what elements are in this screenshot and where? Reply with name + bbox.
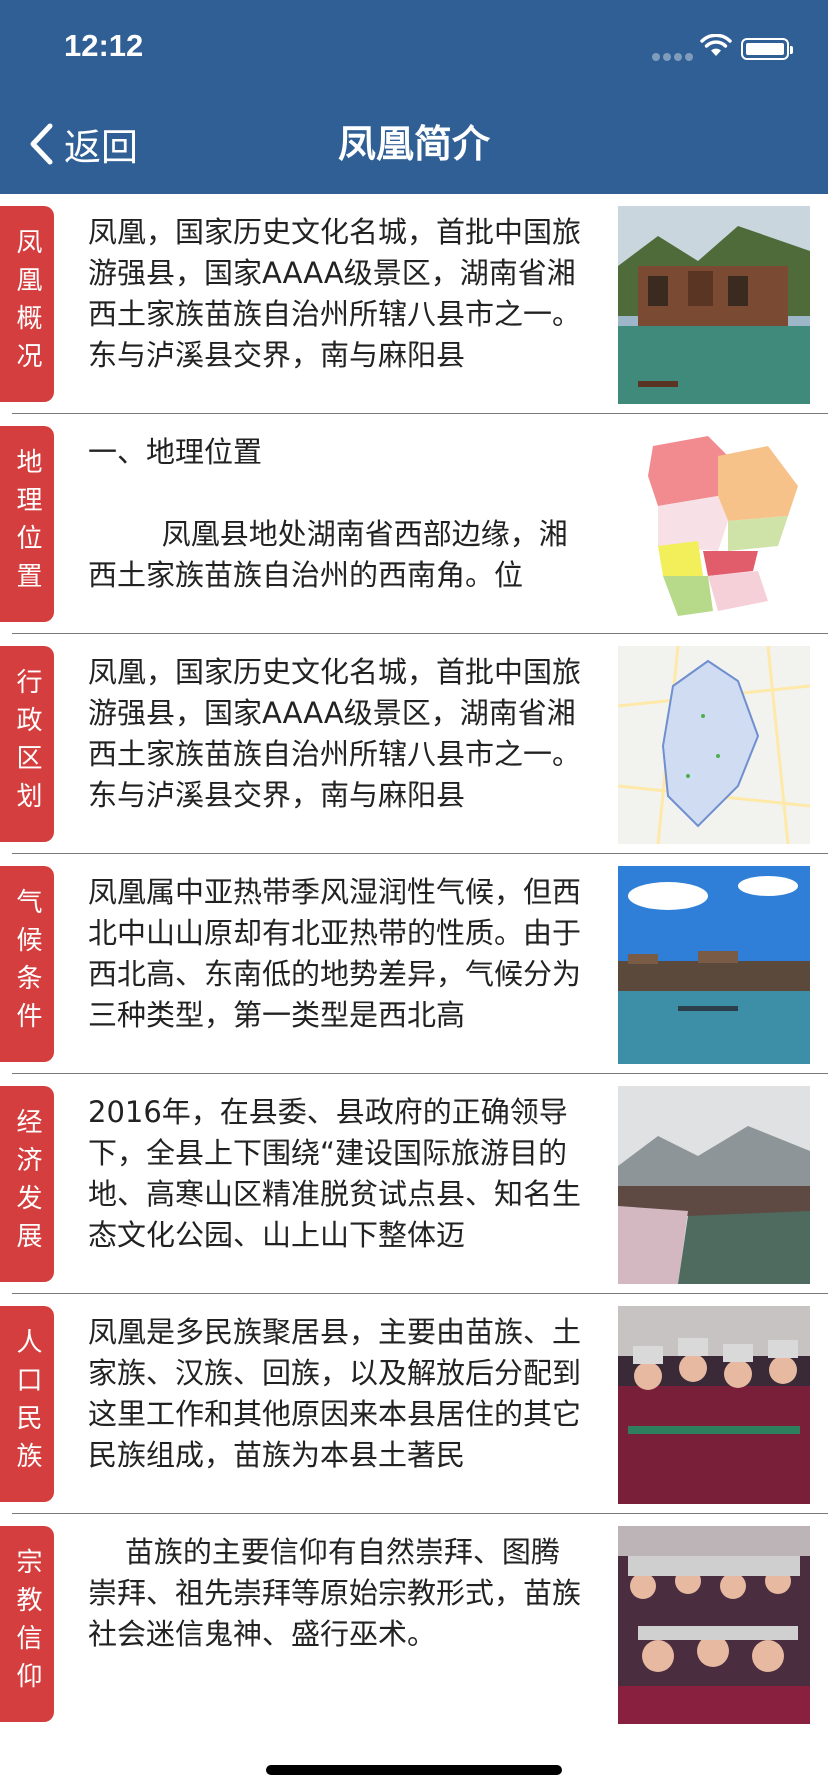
item-description: 一、地理位置 凤凰县地处湖南省西部边缘，湘西土家族苗族自治州的西南角。位: [88, 435, 568, 592]
category-tag-label: 凤凰概况: [12, 228, 42, 380]
item-description: 苗族的主要信仰有自然崇拜、图腾崇拜、祖先崇拜等原始宗教形式，苗族社会迷信鬼神、盛…: [88, 1535, 582, 1651]
list-item-economy[interactable]: 经济发展 2016年，在县委、县政府的正确领导下，全县上下围绕“建设国际旅游目的…: [0, 1074, 828, 1294]
category-tag-label: 人口民族: [12, 1328, 42, 1480]
item-description: 凤凰属中亚热带季风湿润性气候，但西北中山山原却有北亚热带的性质。由于西北高、东南…: [88, 875, 582, 1032]
category-tag: 凤凰概况: [0, 206, 54, 402]
list-item-religion[interactable]: 宗教信仰 苗族的主要信仰有自然崇拜、图腾崇拜、祖先崇拜等原始宗教形式，苗族社会迷…: [0, 1514, 828, 1734]
home-indicator[interactable]: [266, 1765, 562, 1775]
list-item-administrative[interactable]: 行政区划 凤凰，国家历史文化名城，首批中国旅游强县，国家AAAA级景区，湖南省湘…: [0, 634, 828, 854]
category-tag-label: 气候条件: [12, 888, 42, 1040]
category-tag: 地理位置: [0, 426, 54, 622]
category-tag-label: 宗教信仰: [12, 1548, 42, 1700]
navigation-bar: 返回 凤凰简介: [0, 96, 828, 194]
thumbnail-image: [618, 206, 810, 404]
item-description: 凤凰是多民族聚居县，主要由苗族、土家族、汉族、回族，以及解放后分配到这里工作和其…: [88, 1315, 582, 1472]
category-tag: 气候条件: [0, 866, 54, 1062]
thumbnail-image: [618, 426, 810, 624]
status-bar: 12:12: [0, 0, 828, 96]
list-item-geography[interactable]: 地理位置 一、地理位置 凤凰县地处湖南省西部边缘，湘西土家族苗族自治州的西南角。…: [0, 414, 828, 634]
category-tag: 经济发展: [0, 1086, 54, 1282]
list-item-overview[interactable]: 凤凰概况 凤凰，国家历史文化名城，首批中国旅游强县，国家AAAA级景区，湖南省湘…: [0, 194, 828, 414]
item-description: 2016年，在县委、县政府的正确领导下，全县上下围绕“建设国际旅游目的地、高寒山…: [88, 1095, 582, 1252]
list-item-climate[interactable]: 气候条件 凤凰属中亚热带季风湿润性气候，但西北中山山原却有北亚热带的性质。由于西…: [0, 854, 828, 1074]
category-tag: 行政区划: [0, 646, 54, 842]
category-tag-label: 行政区划: [12, 668, 42, 820]
list-item-population[interactable]: 人口民族 凤凰是多民族聚居县，主要由苗族、土家族、汉族、回族，以及解放后分配到这…: [0, 1294, 828, 1514]
thumbnail-image: [618, 1086, 810, 1284]
cellular-signal-icon: [652, 53, 704, 61]
thumbnail-image: [618, 866, 810, 1064]
category-tag: 宗教信仰: [0, 1526, 54, 1722]
battery-icon: [741, 38, 793, 60]
category-tag-label: 经济发展: [12, 1108, 42, 1260]
category-tag: 人口民族: [0, 1306, 54, 1502]
thumbnail-image: [618, 1306, 810, 1504]
item-description: 凤凰，国家历史文化名城，首批中国旅游强县，国家AAAA级景区，湖南省湘西土家族苗…: [88, 655, 582, 812]
item-description: 凤凰，国家历史文化名城，首批中国旅游强县，国家AAAA级景区，湖南省湘西土家族苗…: [88, 215, 582, 372]
thumbnail-image: [618, 1526, 810, 1724]
category-tag-label: 地理位置: [12, 448, 42, 600]
page-title: 凤凰简介: [337, 122, 490, 166]
wifi-icon: [700, 34, 732, 56]
status-time: 12:12: [64, 28, 144, 63]
thumbnail-image: [618, 646, 810, 844]
